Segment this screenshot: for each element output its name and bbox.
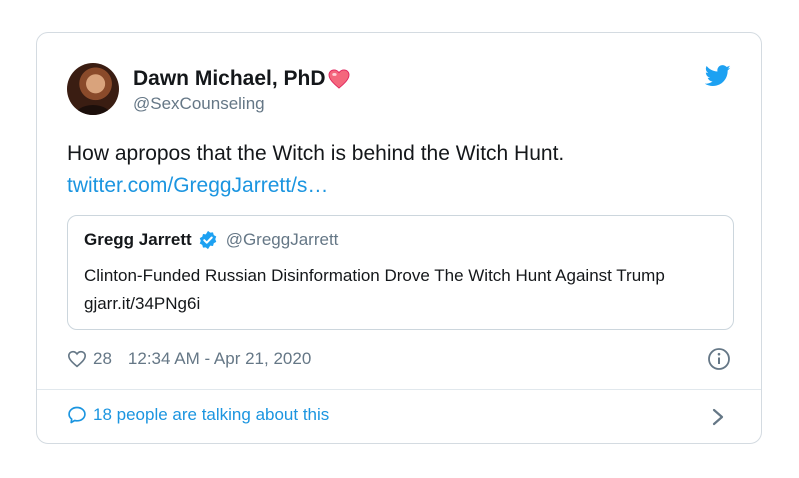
- heart-emoji-icon: [328, 69, 350, 89]
- tweet-card: Dawn Michael, PhD @SexCounseling How apr…: [36, 32, 762, 444]
- talking-text[interactable]: 18 people are talking about this: [93, 405, 329, 425]
- chevron-right-icon[interactable]: [711, 407, 725, 427]
- divider: [37, 389, 761, 390]
- quote-text: Clinton-Funded Russian Disinformation Dr…: [84, 266, 665, 313]
- like-count[interactable]: 28: [93, 349, 112, 369]
- author-handle[interactable]: @SexCounseling: [133, 94, 265, 114]
- verified-badge-icon: [199, 230, 216, 250]
- tweet-link[interactable]: twitter.com/GreggJarrett/s…: [67, 171, 328, 201]
- author-name[interactable]: Dawn Michael, PhD: [133, 67, 326, 91]
- avatar[interactable]: [67, 63, 119, 115]
- info-icon[interactable]: [707, 347, 731, 371]
- quote-header: Gregg Jarrett @GreggJarrett: [84, 230, 338, 250]
- quoted-tweet[interactable]: Gregg Jarrett @GreggJarrett Clinton-Fund…: [67, 215, 734, 330]
- tweet-meta: 28 12:34 AM - Apr 21, 2020: [67, 349, 311, 369]
- tweet-text: How apropos that the Witch is behind the…: [67, 142, 565, 165]
- quote-author-handle: @GreggJarrett: [225, 230, 339, 249]
- timestamp[interactable]: 12:34 AM - Apr 21, 2020: [128, 349, 311, 369]
- speech-bubble-icon: [68, 406, 86, 424]
- twitter-bird-icon[interactable]: [705, 65, 731, 87]
- like-heart-icon[interactable]: [67, 350, 87, 368]
- quote-author-name: Gregg Jarrett: [84, 230, 192, 249]
- talking-link[interactable]: 18 people are talking about this: [67, 405, 329, 425]
- author-row: Dawn Michael, PhD: [133, 67, 350, 91]
